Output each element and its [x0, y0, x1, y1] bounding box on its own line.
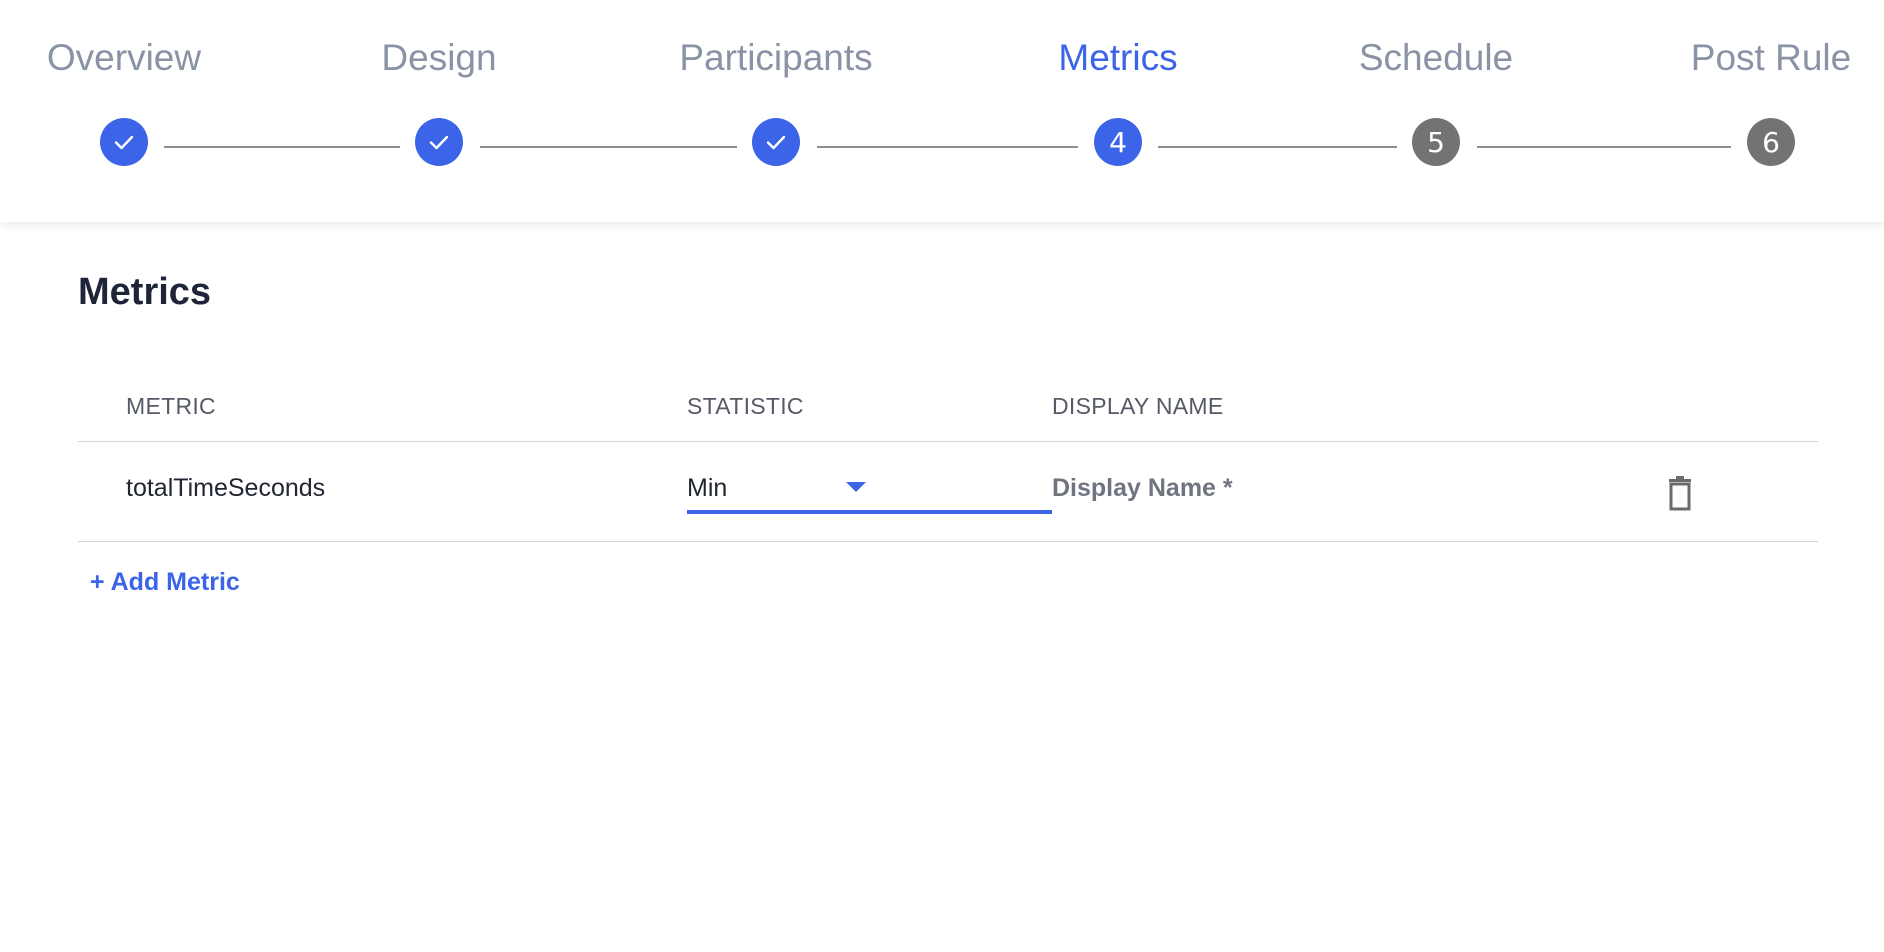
step-label-participants[interactable]: Participants	[679, 34, 872, 82]
column-header-display-name: DISPLAY NAME	[1052, 393, 1224, 419]
check-icon	[114, 135, 134, 150]
check-icon	[429, 135, 449, 150]
step-label-overview[interactable]: Overview	[47, 34, 201, 82]
trash-icon	[1669, 476, 1691, 511]
step-circle-schedule[interactable]: 5	[1412, 118, 1460, 166]
column-header-statistic: STATISTIC	[687, 393, 804, 419]
step-circle-participants[interactable]	[752, 118, 800, 166]
caret-down-icon	[846, 482, 866, 492]
display-name-input[interactable]	[1052, 466, 1592, 510]
table-row-divider	[78, 541, 1818, 542]
statistic-value: Min	[687, 474, 728, 502]
step-label-schedule[interactable]: Schedule	[1359, 34, 1513, 82]
column-header-metric: METRIC	[126, 393, 216, 419]
step-label-post-rule[interactable]: Post Rule	[1691, 34, 1851, 82]
table-header-divider	[78, 441, 1818, 442]
statistic-select[interactable]: Min	[687, 466, 1052, 514]
check-icon	[766, 135, 786, 150]
step-circle-overview[interactable]	[100, 118, 148, 166]
step-connector	[164, 146, 400, 148]
metric-name: totalTimeSeconds	[126, 474, 326, 502]
step-circle-design[interactable]	[415, 118, 463, 166]
delete-metric-button[interactable]	[1664, 476, 1696, 512]
add-metric-button[interactable]: + Add Metric	[90, 566, 240, 598]
stepper: Overview Design Participants Metrics Sch…	[0, 0, 1884, 222]
step-connector	[1477, 146, 1731, 148]
step-label-design[interactable]: Design	[381, 34, 496, 82]
step-connector	[817, 146, 1078, 148]
step-circle-metrics[interactable]: 4	[1094, 118, 1142, 166]
step-connector	[480, 146, 737, 148]
step-connector	[1158, 146, 1397, 148]
step-label-metrics[interactable]: Metrics	[1058, 34, 1177, 82]
step-circle-post-rule[interactable]: 6	[1747, 118, 1795, 166]
page-title: Metrics	[78, 271, 212, 313]
